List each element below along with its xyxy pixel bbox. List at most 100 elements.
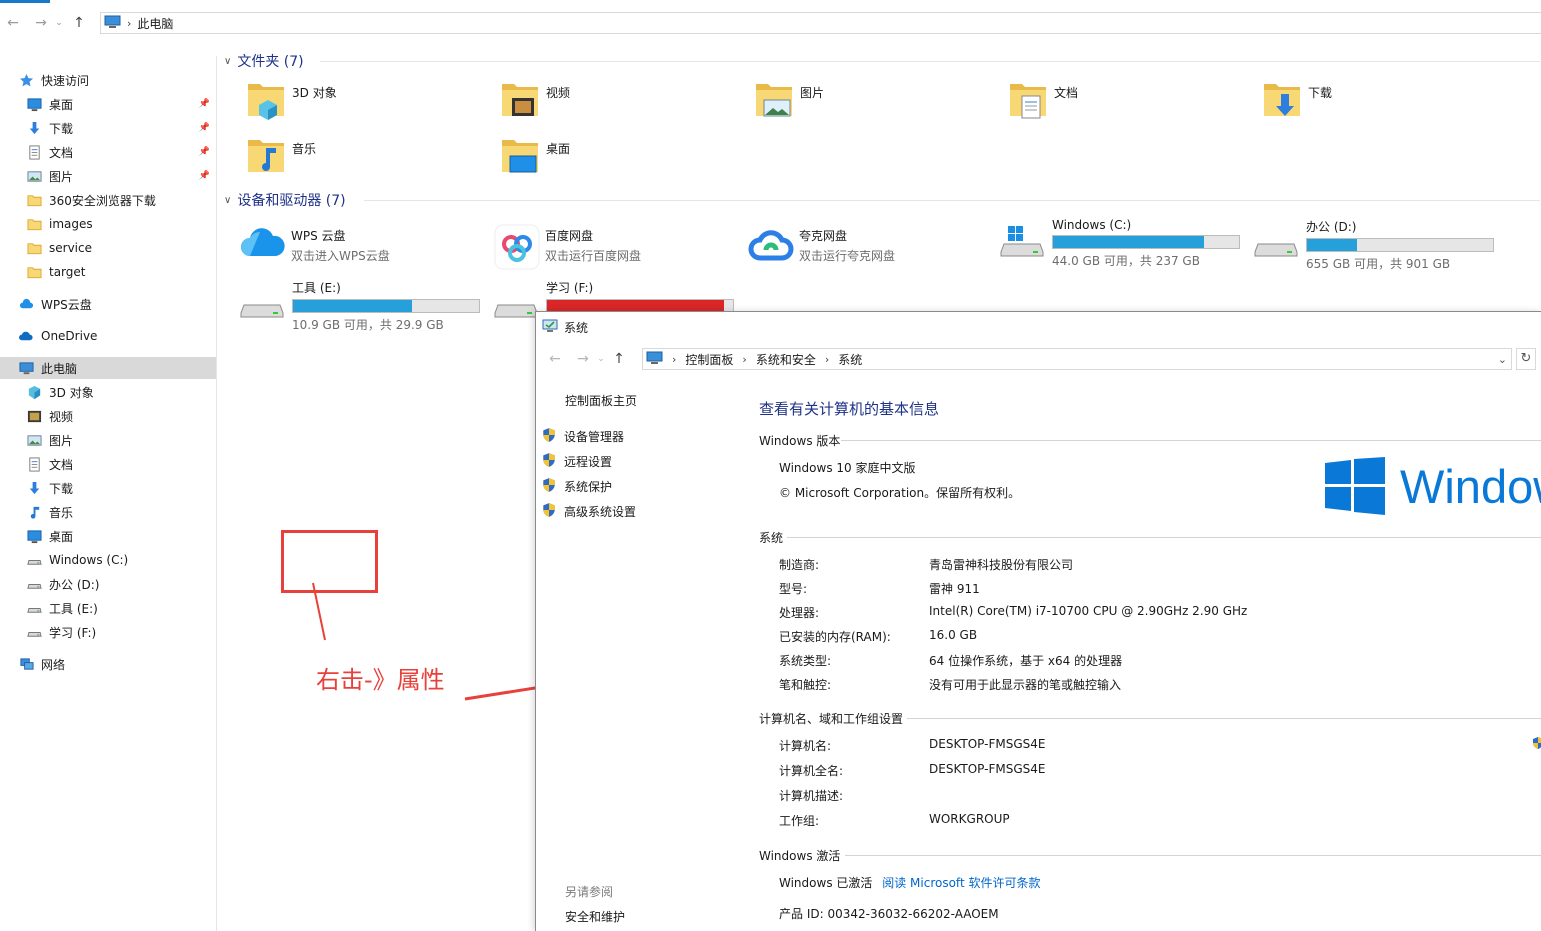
- folder-icon: [1006, 78, 1050, 125]
- drive-usage-fill: [1053, 236, 1204, 248]
- property-key: 计算机全名:: [779, 764, 844, 778]
- activation-status-text: Windows 已激活: [779, 876, 873, 890]
- cloud-drive-tile[interactable]: 百度网盘 双击运行百度网盘: [494, 224, 641, 273]
- folder-tile[interactable]: 音乐: [244, 134, 316, 181]
- cloud-drive-tile[interactable]: 夸克网盘 双击运行夸克网盘: [748, 224, 895, 267]
- windows-logo-text: Windows: [1400, 459, 1541, 513]
- property-key: 型号:: [779, 582, 808, 596]
- cloud-name: WPS 云盘: [291, 229, 346, 243]
- drive-capacity: 10.9 GB 可用，共 29.9 GB: [292, 318, 444, 332]
- folder-tile[interactable]: 桌面: [498, 134, 570, 181]
- cloud-drive-tile[interactable]: WPS 云盘 双击进入WPS云盘: [240, 224, 390, 264]
- uac-shield-icon: [542, 502, 556, 521]
- back-arrow-icon[interactable]: ←: [544, 351, 566, 367]
- product-id: 产品 ID: 00342-36032-66202-AAOEM: [779, 907, 999, 921]
- property-value: 16.0 GB: [929, 628, 978, 642]
- devices-group-label: 设备和驱动器 (7): [237, 193, 346, 209]
- drive-tile[interactable]: 办公 (D:) 655 GB 可用，共 901 GB: [1254, 218, 1494, 272]
- folder-label: 下载: [1308, 86, 1333, 100]
- property-key: 已安装的内存(RAM):: [779, 630, 891, 644]
- folder-tile[interactable]: 下载: [1260, 78, 1332, 125]
- drive-name: 学习 (F:): [546, 281, 594, 295]
- property-key: 笔和触控:: [779, 678, 832, 692]
- recent-chevron-icon[interactable]: ⌄: [594, 354, 608, 364]
- system-section: 系统: [759, 529, 1541, 546]
- group-divider: [320, 61, 1540, 62]
- task-link-label: 设备管理器: [564, 430, 625, 444]
- drive-icon: [240, 285, 284, 333]
- section-heading: Windows 激活: [759, 849, 841, 863]
- folder-label: 音乐: [292, 142, 317, 156]
- drive-name: Windows (C:): [1052, 218, 1132, 232]
- property-row: 系统类型: 64 位操作系统，基于 x64 的处理器: [779, 652, 1122, 669]
- property-value: 没有可用于此显示器的笔或触控输入: [929, 678, 1122, 692]
- property-row: 笔和触控: 没有可用于此显示器的笔或触控输入: [779, 676, 1121, 693]
- property-row: 已安装的内存(RAM): 16.0 GB: [779, 628, 977, 645]
- drive-name: 办公 (D:): [1306, 220, 1357, 234]
- up-arrow-icon[interactable]: ↑: [608, 351, 630, 367]
- annotation-text: 右击-》属性: [316, 666, 445, 694]
- system-properties-window: 系统 ← → ⌄ ↑ › 控制面板 › 系统和安全 › 系统 ⌄ ↻ 控制面板主…: [535, 311, 1541, 931]
- folders-group-header[interactable]: ∨ 文件夹 (7): [224, 50, 1540, 72]
- drive-usage-fill: [1307, 239, 1358, 251]
- folder-tile[interactable]: 图片: [752, 78, 824, 125]
- system-task-link[interactable]: 高级系统设置: [542, 502, 636, 521]
- system-task-link[interactable]: 系统保护: [542, 477, 612, 496]
- refresh-icon[interactable]: ↻: [1516, 348, 1536, 370]
- copyright-text: © Microsoft Corporation。保留所有权利。: [779, 486, 1021, 500]
- property-value: Intel(R) Core(TM) i7-10700 CPU @ 2.90GHz…: [929, 604, 1248, 618]
- property-row: 计算机描述:: [779, 787, 843, 804]
- drive-tile[interactable]: 工具 (E:) 10.9 GB 可用，共 29.9 GB: [240, 279, 480, 333]
- property-row: 工作组: WORKGROUP: [779, 812, 1010, 829]
- drive-usage-bar: [292, 299, 480, 313]
- folder-tile[interactable]: 3D 对象: [244, 78, 337, 125]
- property-row: 制造商: 青岛雷神科技股份有限公司: [779, 556, 1073, 573]
- cloud-description: 双击运行夸克网盘: [799, 249, 896, 263]
- collapse-chevron-icon: ∨: [224, 55, 232, 67]
- property-row: 处理器: Intel(R) Core(TM) i7-10700 CPU @ 2.9…: [779, 604, 1247, 621]
- system-address-bar[interactable]: › 控制面板 › 系统和安全 › 系统 ⌄: [642, 348, 1512, 370]
- forward-arrow-icon[interactable]: →: [572, 351, 594, 367]
- drive-tile[interactable]: Windows (C:) 44.0 GB 可用，共 237 GB: [1000, 218, 1240, 269]
- breadcrumb-system[interactable]: 系统: [838, 351, 862, 368]
- cloud-description: 双击运行百度网盘: [545, 249, 642, 263]
- address-dropdown-icon[interactable]: ⌄: [1498, 353, 1507, 366]
- control-panel-icon: [646, 351, 663, 368]
- activation-section: Windows 激活: [759, 847, 1541, 864]
- property-key: 制造商:: [779, 558, 820, 572]
- window-title-bar[interactable]: 系统: [542, 317, 588, 337]
- drive-icon: [1254, 224, 1298, 272]
- folder-tile[interactable]: 文档: [1006, 78, 1078, 125]
- folder-icon: [752, 78, 796, 125]
- control-panel-home-link[interactable]: 控制面板主页: [565, 392, 637, 409]
- license-terms-link[interactable]: 阅读 Microsoft 软件许可条款: [882, 876, 1040, 890]
- folder-tile[interactable]: 视频: [498, 78, 570, 125]
- property-value: DESKTOP-FMSGS4E: [929, 762, 1046, 776]
- drive-usage-bar: [1306, 238, 1494, 252]
- property-row: 计算机名: DESKTOP-FMSGS4E: [779, 737, 1045, 754]
- group-divider: [364, 200, 1540, 201]
- property-value: DESKTOP-FMSGS4E: [929, 737, 1046, 751]
- breadcrumb-control-panel[interactable]: 控制面板: [685, 351, 733, 368]
- collapse-chevron-icon: ∨: [224, 194, 232, 206]
- system-task-link[interactable]: 设备管理器: [542, 427, 624, 446]
- folder-label: 3D 对象: [292, 86, 337, 100]
- section-heading: Windows 版本: [759, 434, 841, 448]
- folder-label: 视频: [546, 86, 571, 100]
- system-task-link[interactable]: 远程设置: [542, 452, 612, 471]
- devices-group-header[interactable]: ∨ 设备和驱动器 (7): [224, 189, 1540, 211]
- breadcrumb-system-security[interactable]: 系统和安全: [756, 351, 816, 368]
- computer-name-section: 计算机名、域和工作组设置: [759, 710, 1541, 727]
- drive-capacity: 655 GB 可用，共 901 GB: [1306, 257, 1451, 271]
- folders-group-label: 文件夹 (7): [237, 54, 304, 70]
- cloud-service-icon: [240, 224, 286, 264]
- change-settings-shield-icon[interactable]: [1532, 736, 1541, 753]
- property-value: WORKGROUP: [929, 812, 1010, 826]
- windows-logo-icon: [1325, 457, 1385, 515]
- section-divider: [907, 718, 1541, 719]
- task-link-label: 系统保护: [564, 480, 613, 494]
- security-maintenance-link[interactable]: 安全和维护: [565, 908, 625, 925]
- property-key: 系统类型:: [779, 654, 832, 668]
- drive-usage-fill: [293, 300, 413, 312]
- uac-shield-icon: [542, 427, 556, 446]
